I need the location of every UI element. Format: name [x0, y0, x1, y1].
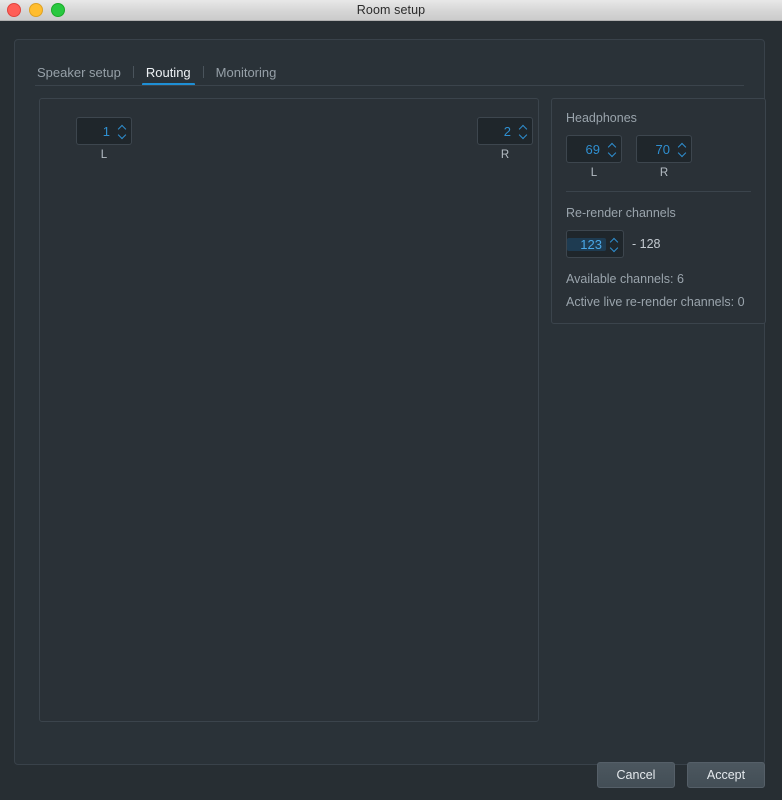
- headphones-left-label: L: [590, 167, 598, 179]
- tab-routing[interactable]: Routing: [134, 65, 203, 86]
- rerender-start-arrows: [607, 231, 623, 257]
- section-divider: [566, 191, 751, 192]
- chevron-down-icon[interactable]: [608, 151, 617, 156]
- window-controls: [7, 0, 65, 20]
- right-channel-spinner[interactable]: 2: [477, 117, 533, 145]
- rerender-section-title: Re-render channels: [566, 206, 676, 220]
- right-channel-value[interactable]: 2: [478, 125, 516, 138]
- side-settings-group: Headphones 69 L 70 R Re-render channels …: [551, 98, 766, 324]
- headphones-right-arrows: [675, 136, 691, 162]
- headphones-left-control: 69 L: [566, 135, 622, 179]
- chevron-down-icon[interactable]: [610, 246, 619, 251]
- close-window-icon[interactable]: [7, 3, 21, 17]
- tab-routing-label: Routing: [145, 65, 191, 80]
- tab-content-routing: 1 L 2 R Headphones 69 L 70 R Re-render c…: [25, 98, 766, 754]
- chevron-down-icon[interactable]: [118, 133, 127, 138]
- rerender-range-end: - 128: [632, 237, 661, 251]
- dialog-footer: Cancel Accept: [597, 762, 765, 788]
- headphones-section-title: Headphones: [566, 111, 637, 125]
- cancel-button[interactable]: Cancel: [597, 762, 675, 788]
- tab-speaker-setup[interactable]: Speaker setup: [35, 65, 133, 86]
- speaker-left-control: 1 L: [76, 117, 132, 161]
- headphones-left-value[interactable]: 69: [567, 143, 605, 156]
- maximize-window-icon[interactable]: [51, 3, 65, 17]
- headphones-left-arrows: [605, 136, 621, 162]
- chevron-up-icon[interactable]: [678, 143, 687, 148]
- chevron-up-icon[interactable]: [610, 238, 619, 243]
- speaker-right-control: 2 R: [477, 117, 533, 161]
- tab-monitoring[interactable]: Monitoring: [204, 65, 289, 86]
- left-channel-label: L: [100, 149, 108, 161]
- left-channel-spinner[interactable]: 1: [76, 117, 132, 145]
- rerender-range-row: 123 - 128: [566, 230, 751, 258]
- main-panel: Speaker setup Routing Monitoring 1 L 2 R…: [14, 39, 766, 765]
- dialog-body: Speaker setup Routing Monitoring 1 L 2 R…: [0, 21, 782, 800]
- right-channel-label: R: [500, 149, 510, 161]
- right-channel-arrows: [516, 118, 532, 144]
- tab-baseline: [35, 85, 744, 86]
- chevron-down-icon[interactable]: [678, 151, 687, 156]
- accept-button[interactable]: Accept: [687, 762, 765, 788]
- chevron-up-icon[interactable]: [519, 125, 528, 130]
- available-channels-text: Available channels: 6: [566, 272, 684, 286]
- active-live-rerender-text: Active live re-render channels: 0: [566, 295, 745, 309]
- rerender-start-value[interactable]: 123: [567, 237, 606, 251]
- headphones-right-control: 70 R: [636, 135, 692, 179]
- headphones-right-value[interactable]: 70: [637, 143, 675, 156]
- tab-speaker-setup-label: Speaker setup: [37, 65, 121, 80]
- chevron-down-icon[interactable]: [519, 133, 528, 138]
- headphones-row: 69 L 70 R: [566, 135, 751, 179]
- headphones-right-spinner[interactable]: 70: [636, 135, 692, 163]
- rerender-start-spinner[interactable]: 123: [566, 230, 624, 258]
- window-title: Room setup: [356, 3, 426, 17]
- chevron-up-icon[interactable]: [118, 125, 127, 130]
- headphones-right-label: R: [659, 167, 669, 179]
- tab-list: Speaker setup Routing Monitoring: [35, 60, 288, 86]
- minimize-window-icon[interactable]: [29, 3, 43, 17]
- window-titlebar: Room setup: [0, 0, 782, 21]
- routing-canvas: 1 L 2 R: [39, 98, 539, 722]
- chevron-up-icon[interactable]: [608, 143, 617, 148]
- headphones-left-spinner[interactable]: 69: [566, 135, 622, 163]
- tab-bar: Speaker setup Routing Monitoring: [15, 60, 764, 88]
- tab-monitoring-label: Monitoring: [215, 65, 277, 80]
- left-channel-value[interactable]: 1: [77, 125, 115, 138]
- left-channel-arrows: [115, 118, 131, 144]
